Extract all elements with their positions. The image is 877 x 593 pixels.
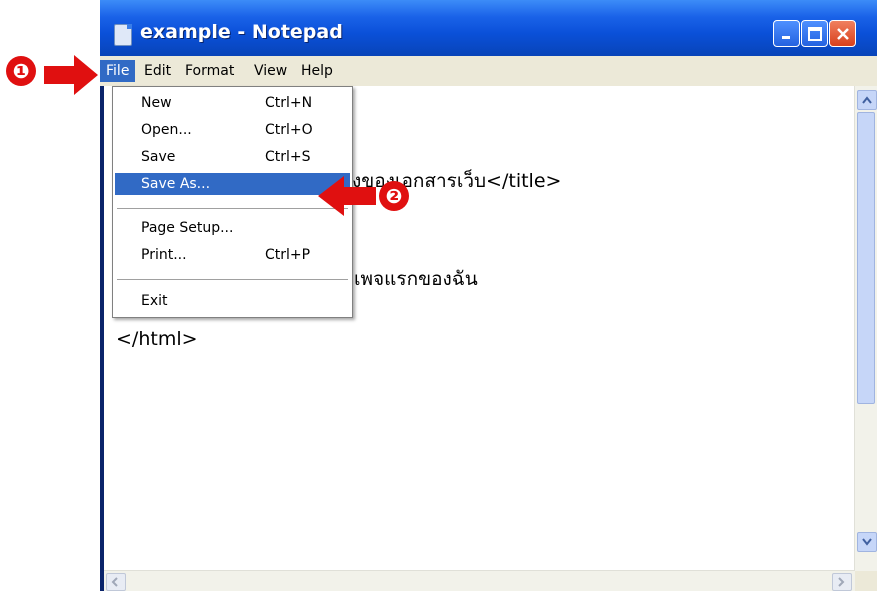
menu-separator bbox=[117, 208, 348, 210]
chevron-right-icon bbox=[838, 577, 845, 587]
menu-view[interactable]: View bbox=[248, 60, 293, 82]
step-2-arrow-icon bbox=[318, 176, 376, 216]
horizontal-scrollbar[interactable] bbox=[104, 570, 855, 591]
menu-item-shortcut: Ctrl+O bbox=[265, 122, 313, 138]
menu-item-shortcut: Ctrl+S bbox=[265, 149, 311, 165]
scroll-right-button[interactable] bbox=[832, 573, 852, 591]
menu-item-label: Open... bbox=[141, 122, 192, 138]
menu-item-shortcut: Ctrl+P bbox=[265, 247, 311, 263]
maximize-icon bbox=[807, 26, 822, 41]
step-1-badge: ❶ bbox=[6, 56, 36, 86]
step-2-badge: ❷ bbox=[379, 181, 409, 211]
menu-item-print[interactable]: Print... Ctrl+P bbox=[115, 244, 350, 266]
menu-item-label: Save bbox=[141, 149, 176, 165]
menu-file[interactable]: File bbox=[100, 60, 136, 82]
scroll-down-button[interactable] bbox=[857, 532, 877, 552]
step-1-arrow-icon bbox=[44, 55, 98, 95]
menu-bar: File Edit Format View Help bbox=[100, 56, 877, 86]
vertical-scrollbar[interactable] bbox=[854, 86, 877, 576]
menu-format[interactable]: Format bbox=[179, 60, 240, 82]
chevron-left-icon bbox=[111, 577, 118, 587]
menu-item-shortcut: Ctrl+N bbox=[265, 95, 313, 111]
menu-item-save[interactable]: Save Ctrl+S bbox=[115, 146, 350, 168]
minimize-button[interactable] bbox=[773, 20, 800, 47]
close-button[interactable] bbox=[829, 20, 856, 47]
chevron-down-icon bbox=[862, 538, 872, 546]
menu-item-label: New bbox=[141, 95, 172, 111]
menu-item-label: Save As... bbox=[141, 176, 211, 192]
menu-item-label: Print... bbox=[141, 247, 187, 263]
menu-item-label: Exit bbox=[141, 293, 168, 309]
menu-item-label: Page Setup... bbox=[141, 220, 234, 236]
window-title: example - Notepad bbox=[140, 21, 343, 43]
minimize-icon bbox=[781, 35, 790, 39]
menu-separator bbox=[117, 279, 348, 281]
scroll-left-button[interactable] bbox=[106, 573, 126, 591]
file-menu-dropdown: New Ctrl+N Open... Ctrl+O Save Ctrl+S Sa… bbox=[112, 86, 353, 318]
scroll-up-button[interactable] bbox=[857, 90, 877, 110]
menu-item-open[interactable]: Open... Ctrl+O bbox=[115, 119, 350, 141]
vertical-scroll-thumb[interactable] bbox=[857, 112, 875, 404]
menu-item-exit[interactable]: Exit bbox=[115, 290, 350, 312]
menu-edit[interactable]: Edit bbox=[138, 60, 177, 82]
editor-line: เพจแรกของฉัน bbox=[354, 268, 478, 290]
close-icon bbox=[836, 27, 849, 40]
notepad-icon bbox=[114, 24, 132, 46]
menu-item-new[interactable]: New Ctrl+N bbox=[115, 92, 350, 114]
maximize-button[interactable] bbox=[801, 20, 828, 47]
chevron-up-icon bbox=[862, 96, 872, 104]
menu-help[interactable]: Help bbox=[295, 60, 339, 82]
editor-line: </html> bbox=[116, 328, 198, 350]
title-bar[interactable]: example - Notepad bbox=[100, 0, 877, 56]
menu-item-page-setup[interactable]: Page Setup... bbox=[115, 217, 350, 239]
menu-item-save-as[interactable]: Save As... bbox=[115, 173, 350, 195]
resize-grip-icon[interactable] bbox=[855, 571, 877, 591]
